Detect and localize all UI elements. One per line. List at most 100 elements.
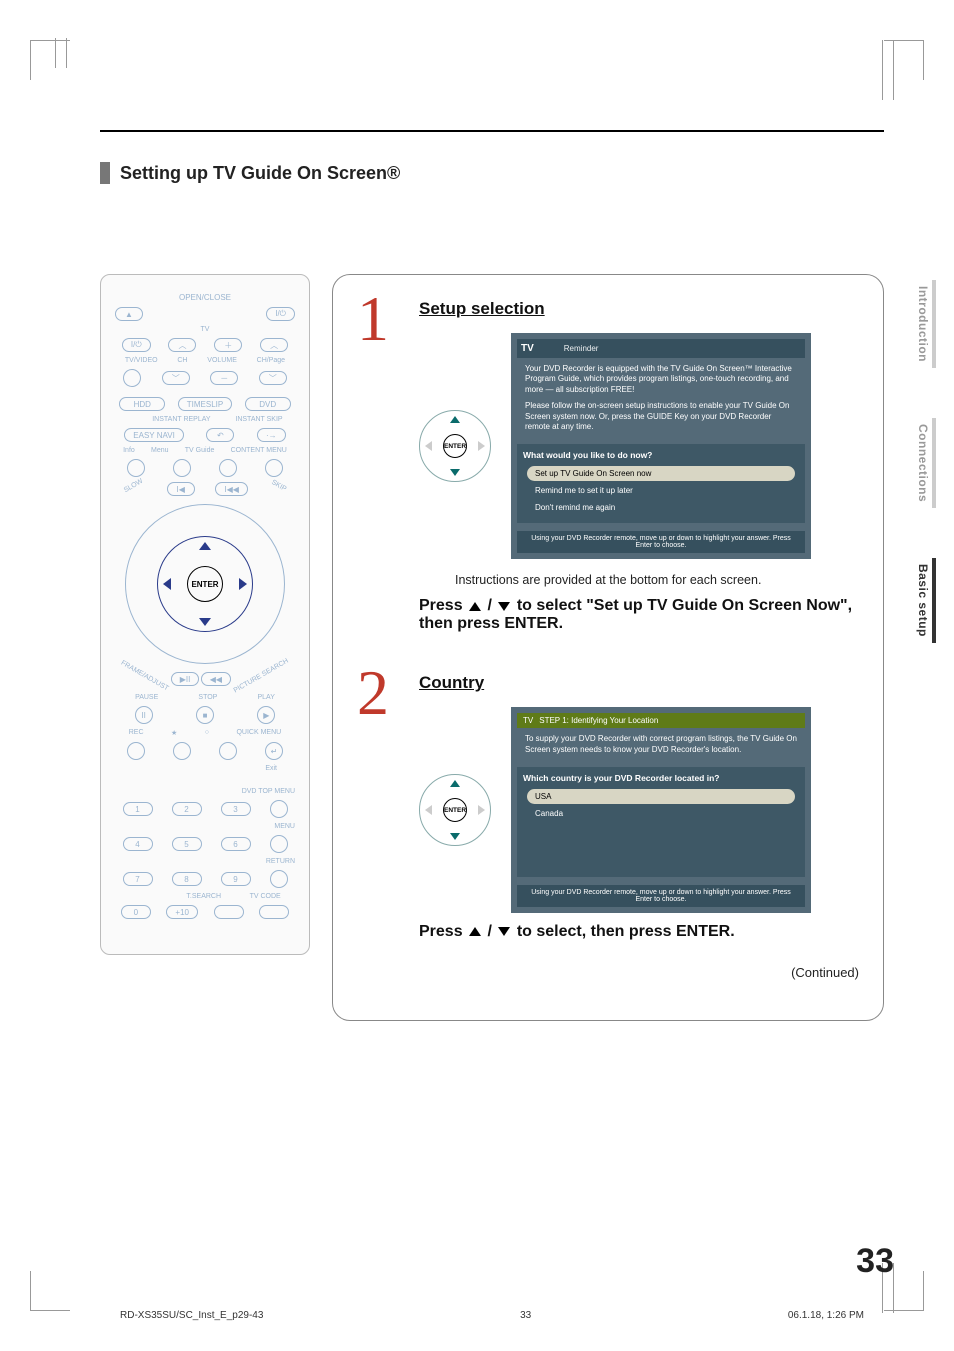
tsearch-button [214,905,244,919]
tv-power-button: I/⏻ [122,338,151,352]
tv-label: TV [115,326,295,333]
info-button [127,459,145,477]
reminder-opt-remind-later: Remind me to set it up later [527,483,795,498]
reminder-opt-setup-now: Set up TV Guide On Screen now [527,466,795,481]
enter-dpad-graphic-1: ENTER [419,410,491,482]
side-tab-intro: Introduction [914,280,936,368]
page-down-button: ﹀ [259,371,287,385]
num-1: 1 [123,802,153,816]
quick-menu-button: ↵ [265,742,283,760]
country-opt-usa: USA [527,789,795,804]
label-instant-replay: INSTANT REPLAY [152,416,210,423]
num-0: 0 [121,905,151,919]
label-tvguide: TV Guide [185,447,215,454]
easy-navi-button: EASY NAVI [124,428,184,442]
step-1-action: Press / to select "Set up TV Guide On Sc… [419,597,859,633]
label-play: PLAY [258,694,275,701]
tv-logo-1: TV [521,343,534,354]
num-8: 8 [172,872,202,886]
menu-button [173,459,191,477]
circle-button [219,742,237,760]
country-footer: Using your DVD Recorder remote, move up … [517,885,805,907]
step-1-number: 1 [357,293,403,657]
side-tab-connections: Connections [914,418,936,508]
tvguide-button [219,459,237,477]
label-volume: VOLUME [207,357,237,364]
country-para1: To supply your DVD Recorder with correct… [525,734,797,755]
rec-button [127,742,145,760]
num-4: 4 [123,837,153,851]
label-open-close: OPEN/CLOSE [115,293,295,302]
label-tvcode: TV CODE [250,893,281,900]
footer-file: RD-XS35SU/SC_Inst_E_p29-43 [120,1310,263,1321]
instant-replay-button: ↶ [206,428,234,442]
footer-page: 33 [520,1310,531,1321]
label-rec: REC [129,729,144,737]
label-slow: SLOW [123,478,148,500]
label-menu: Menu [151,447,169,454]
triangle-down-icon [498,927,510,936]
enter-button: ENTER [187,566,223,602]
section-title: Setting up TV Guide On Screen® [120,163,400,184]
footer-meta: RD-XS35SU/SC_Inst_E_p29-43 33 06.1.18, 1… [100,1310,884,1321]
ch-down-button: ﹀ [162,371,190,385]
page-number: 33 [856,1242,894,1281]
country-opt-canada: Canada [527,806,795,821]
step-1-title: Setup selection [419,299,859,319]
tv-tag-reminder: Reminder [564,344,599,353]
tvvideo-button [123,369,141,387]
step-1-instruction: Instructions are provided at the bottom … [455,573,859,587]
instant-skip-button: ·→ [257,428,286,442]
step-2-action: Press / to select, then press ENTER. [419,923,859,941]
dvd-top-menu-button [270,800,288,818]
label-menu2: MENU [115,823,295,830]
label-return: RETURN [115,858,295,865]
country-step-bar: STEP 1: Identifying Your Location [539,716,658,725]
top-rule [100,130,884,132]
reminder-opt-dont-remind: Don't remind me again [527,500,795,515]
label-pause: PAUSE [135,694,158,701]
dvd-button: DVD [245,397,291,411]
label-dvd-top-menu: DVD TOP MENU [115,788,295,795]
num-6: 6 [221,837,251,851]
country-question: Which country is your DVD Recorder locat… [523,773,799,783]
label-instant-skip: INSTANT SKIP [235,416,282,423]
steps-box: 1 Setup selection ENTER TV Reminder Your … [332,274,884,1021]
triangle-down-icon [498,602,510,611]
label-tsearch: T.SEARCH [186,893,221,900]
vol-down-button: － [210,371,238,385]
reminder-para2: Please follow the on-screen setup instru… [525,401,797,432]
continued-label: (Continued) [419,965,859,980]
section-header: Setting up TV Guide On Screen® [100,162,884,184]
content-menu-button [265,459,283,477]
tv-logo-2: TV [523,716,533,725]
label-info: Info [123,447,135,454]
reminder-para1: Your DVD Recorder is equipped with the T… [525,364,797,395]
label-tvvideo: TV/VIDEO [125,357,158,364]
side-tab-basic-setup: Basic setup [914,558,936,643]
pause-button: II [135,706,153,724]
reminder-question: What would you like to do now? [523,450,799,460]
plus10-button: +10 [166,905,198,919]
tv-screen-country: TV STEP 1: Identifying Your Location To s… [511,707,811,913]
play-button: ▶ [257,706,275,724]
label-chpage: CH/Page [257,357,285,364]
label-exit: Exit [115,765,277,772]
tv-screen-reminder: TV Reminder Your DVD Recorder is equipped… [511,333,811,559]
return-button [270,870,288,888]
num-3: 3 [221,802,251,816]
stop-button: ■ [196,706,214,724]
step-2-title: Country [419,673,859,693]
menu2-button [270,835,288,853]
hdd-button: HDD [119,397,165,411]
remote-control: OPEN/CLOSE ▲ I/⏻ TV I/⏻ ︿ ＋ ︿ TV/VIDEO C… [100,274,310,955]
star-button [173,742,191,760]
timeslip-button: TIMESLIP [178,397,232,411]
label-stop: STOP [198,694,217,701]
reminder-footer: Using your DVD Recorder remote, move up … [517,531,805,553]
num-2: 2 [172,802,202,816]
page-up-button: ︿ [260,338,288,352]
vol-up-button: ＋ [214,338,242,352]
side-tabs: Introduction Connections Basic setup [914,280,936,643]
triangle-up-icon [469,602,481,611]
